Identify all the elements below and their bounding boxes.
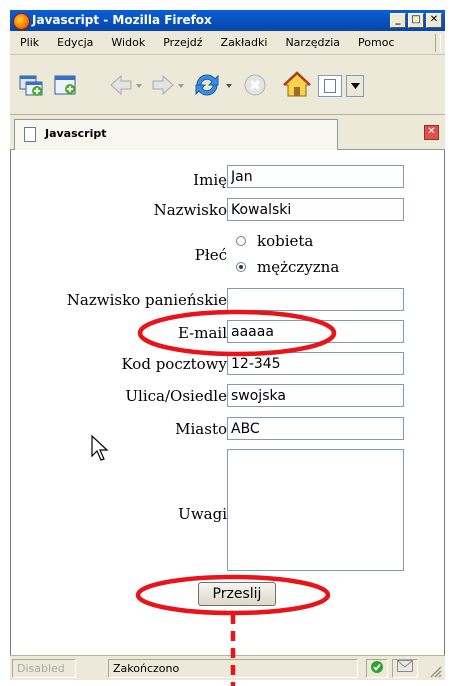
- radio-male[interactable]: [236, 262, 246, 272]
- first-name-label: Imię: [193, 171, 227, 189]
- url-dropdown-button[interactable]: [346, 75, 364, 97]
- notes-label: Uwagi: [178, 505, 227, 523]
- city-input[interactable]: [227, 417, 404, 440]
- menu-narzedzia[interactable]: Narzędzia: [285, 36, 340, 49]
- new-tab-icon[interactable]: [52, 72, 78, 98]
- url-field[interactable]: [318, 75, 342, 97]
- menu-bar: Plik Edycja Widok Przejdź Zakładki Narzę…: [10, 31, 445, 55]
- stop-icon[interactable]: [242, 72, 268, 98]
- firefox-logo-icon: [13, 13, 30, 30]
- postal-code-label: Kod pocztowy: [121, 355, 227, 373]
- last-name-input[interactable]: [227, 198, 404, 221]
- tab-title: Javascript: [45, 127, 107, 140]
- mouse-cursor-icon: [91, 435, 109, 461]
- window-titlebar: Javascript - Mozilla Firefox _ □ ✕: [10, 10, 445, 31]
- maiden-name-label: Nazwisko panieńskie: [66, 291, 227, 309]
- gender-option-male[interactable]: mężczyzna: [236, 258, 339, 276]
- menu-przejdz[interactable]: Przejdź: [163, 36, 202, 49]
- resize-grip-icon[interactable]: [428, 664, 442, 678]
- street-input[interactable]: [227, 384, 404, 407]
- close-tab-button[interactable]: ✕: [424, 125, 439, 140]
- email-label: E-mail: [177, 324, 227, 342]
- status-bar: Disabled Zakończono: [10, 655, 445, 680]
- city-label: Miasto: [175, 420, 227, 438]
- postal-code-input[interactable]: [227, 352, 404, 375]
- radio-female[interactable]: [236, 236, 246, 246]
- close-window-button[interactable]: ✕: [426, 13, 442, 28]
- tab-javascript[interactable]: Javascript: [14, 119, 338, 150]
- minimize-button[interactable]: _: [390, 13, 406, 28]
- menu-separator: [435, 33, 441, 52]
- gender-option-female[interactable]: kobieta: [236, 232, 313, 250]
- page-icon: [324, 79, 336, 93]
- status-mail[interactable]: [392, 659, 418, 678]
- back-icon[interactable]: [108, 72, 134, 98]
- status-ok-icon: [371, 661, 383, 673]
- home-icon[interactable]: [282, 70, 312, 100]
- menu-widok[interactable]: Widok: [111, 36, 145, 49]
- back-dropdown-icon[interactable]: [134, 72, 144, 98]
- menu-plik[interactable]: Plik: [20, 36, 39, 49]
- submit-button[interactable]: Przeslij: [198, 582, 276, 606]
- last-name-label: Nazwisko: [153, 201, 227, 219]
- street-label: Ulica/Osiedle: [125, 387, 227, 405]
- reload-dropdown-icon[interactable]: [224, 72, 234, 98]
- radio-male-label: mężczyzna: [257, 258, 340, 276]
- menu-edycja[interactable]: Edycja: [57, 36, 93, 49]
- radio-female-label: kobieta: [257, 232, 314, 250]
- status-disabled: Disabled: [12, 659, 76, 678]
- notes-textarea[interactable]: [227, 449, 404, 571]
- reload-icon[interactable]: [192, 70, 222, 100]
- mail-icon: [397, 660, 413, 672]
- menu-zakladki[interactable]: Zakładki: [221, 36, 268, 49]
- page-icon: [24, 127, 36, 142]
- status-text: Zakończono: [108, 659, 358, 678]
- status-ok: [366, 659, 388, 678]
- email-input[interactable]: [227, 320, 404, 343]
- maximize-button[interactable]: □: [408, 13, 424, 28]
- chevron-down-icon: [351, 83, 360, 89]
- forward-icon[interactable]: [150, 72, 176, 98]
- tab-bar: Javascript ✕: [10, 115, 445, 150]
- forward-dropdown-icon[interactable]: [176, 72, 186, 98]
- page-content: Imię Nazwisko Płeć kobieta mężczyzna Naz…: [10, 150, 445, 655]
- maiden-name-input[interactable]: [227, 288, 404, 311]
- window-title: Javascript - Mozilla Firefox: [32, 13, 212, 27]
- new-window-icon[interactable]: [18, 72, 44, 98]
- first-name-input[interactable]: [227, 165, 404, 188]
- menu-pomoc[interactable]: Pomoc: [358, 36, 394, 49]
- navigation-toolbar: [10, 55, 445, 115]
- window-controls: _ □ ✕: [390, 13, 442, 28]
- gender-label: Płeć: [194, 246, 227, 264]
